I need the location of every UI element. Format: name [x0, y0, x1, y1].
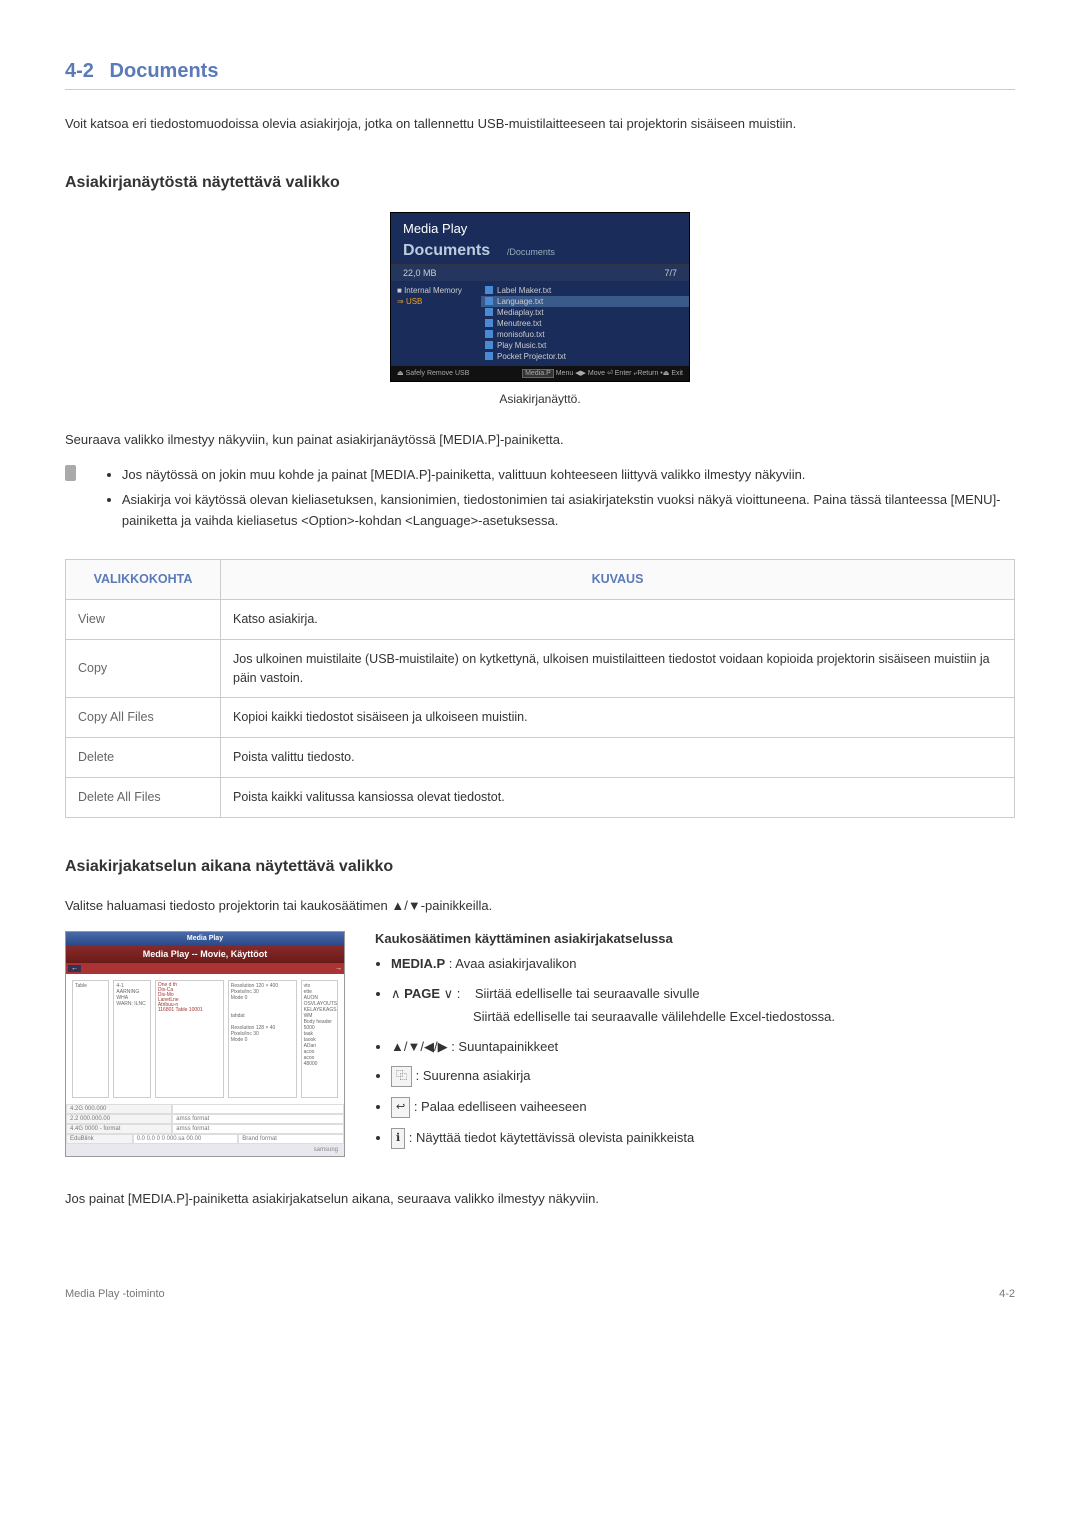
- table-row: DeletePoista valittu tiedosto.: [66, 738, 1015, 778]
- remote-item: ℹ : Näyttää tiedot käytettävissä olevist…: [391, 1128, 1015, 1149]
- table-row: Delete All FilesPoista kaikki valitussa …: [66, 777, 1015, 817]
- mp-file: Label Maker.txt: [481, 285, 689, 296]
- table-header: KUVAUS: [221, 560, 1015, 600]
- intro-text: Voit katsoa eri tiedostomuodoissa olevia…: [65, 114, 1015, 134]
- subheading-2: Asiakirjakatselun aikana näytettävä vali…: [65, 858, 1015, 876]
- note-icon: [65, 465, 76, 481]
- section-title: Documents: [110, 60, 219, 83]
- note-box: Jos näytössä on jokin muu kohde ja paina…: [65, 465, 1015, 535]
- media-play-screenshot: Media Play Documents /Documents 22,0 MB …: [65, 212, 1015, 382]
- table-row: Copy All FilesKopioi kaikki tiedostot si…: [66, 698, 1015, 738]
- mp-file: Mediaplay.txt: [481, 307, 689, 318]
- footer-right: 4-2: [999, 1288, 1015, 1300]
- paragraph-2: Valitse haluamasi tiedosto projektorin t…: [65, 896, 1015, 916]
- section-number: 4-2: [65, 60, 94, 83]
- mp-title: Media Play: [403, 221, 677, 236]
- info-icon: ℹ: [391, 1128, 405, 1149]
- mp-file: monisofuo.txt: [481, 329, 689, 340]
- table-row: ViewKatso asiakirja.: [66, 600, 1015, 640]
- dv-titlebar: Media Play: [66, 932, 344, 945]
- footer-left: Media Play -toiminto: [65, 1288, 165, 1300]
- mp-docs-label: Documents: [403, 242, 490, 260]
- remote-item: MEDIA.P : Avaa asiakirjavalikon: [391, 954, 1015, 974]
- mp-file: Language.txt: [481, 296, 689, 307]
- page-footer: Media Play -toiminto 4-2: [65, 1288, 1015, 1300]
- remote-heading: Kaukosäätimen käyttäminen asiakirjakatse…: [375, 931, 1015, 946]
- mp-file-list: Label Maker.txt Language.txt Mediaplay.t…: [481, 281, 689, 366]
- section-header: 4-2 Documents: [65, 60, 1015, 90]
- remote-item: ∧ PAGE ∨ : Siirtää edelliselle tai seura…: [391, 984, 1015, 1027]
- paragraph-3: Jos painat [MEDIA.P]-painiketta asiakirj…: [65, 1189, 1015, 1209]
- dv-header: Media Play -- Movie, Käyttöot: [66, 945, 344, 963]
- mp-footer-left: ⏏ Safely Remove USB: [397, 369, 469, 378]
- back-icon: ↩: [391, 1097, 410, 1118]
- subheading-1: Asiakirjanäytöstä näytettävä valikko: [65, 174, 1015, 192]
- remote-item: ▲/▼/◀/▶ : Suuntapainikkeet: [391, 1037, 1015, 1057]
- mp-usb: ⇒ USB: [397, 296, 475, 307]
- mp-internal-memory: ■ Internal Memory: [397, 285, 475, 296]
- mp-file: Pocket Projector.txt: [481, 351, 689, 362]
- paragraph-1: Seuraava valikko ilmestyy näkyviin, kun …: [65, 430, 1015, 450]
- mp-footer-right: Media.P Media.P Menu ◀▶ Move ⏎ Enter ⤶ R…: [522, 369, 683, 378]
- mp-storage-size: 22,0 MB: [403, 268, 437, 278]
- remote-item: ⿻ : Suurenna asiakirja: [391, 1066, 1015, 1087]
- note-item: Asiakirja voi käytössä olevan kieliasetu…: [122, 490, 1015, 532]
- table-header: VALIKKOKOHTA: [66, 560, 221, 600]
- remote-item: ↩ : Palaa edelliseen vaiheeseen: [391, 1097, 1015, 1118]
- menu-table: VALIKKOKOHTA KUVAUS ViewKatso asiakirja.…: [65, 559, 1015, 817]
- zoom-icon: ⿻: [391, 1066, 412, 1087]
- doc-view-screenshot: Media Play Media Play -- Movie, Käyttöot…: [65, 931, 345, 1157]
- mp-file: Play Music.txt: [481, 340, 689, 351]
- caption-1: Asiakirjanäyttö.: [65, 392, 1015, 406]
- mp-storage-count: 7/7: [664, 268, 677, 278]
- mp-file: Menutree.txt: [481, 318, 689, 329]
- mp-path: /Documents: [507, 247, 555, 257]
- table-row: CopyJos ulkoinen muistilaite (USB-muisti…: [66, 639, 1015, 698]
- note-item: Jos näytössä on jokin muu kohde ja paina…: [122, 465, 1015, 486]
